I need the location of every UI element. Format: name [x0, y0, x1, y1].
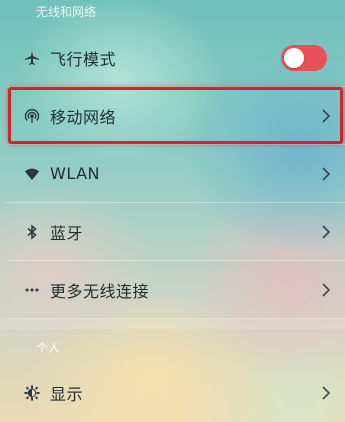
setting-label: 蓝牙	[50, 223, 84, 243]
chevron-right-icon	[322, 166, 331, 181]
setting-row-bluetooth[interactable]: 蓝牙	[6, 203, 345, 261]
setting-label: 更多无线连接	[50, 281, 150, 301]
setting-row-display[interactable]: 显示	[6, 364, 345, 422]
wifi-icon	[24, 166, 40, 182]
setting-row-wlan[interactable]: WLAN	[6, 145, 345, 203]
section-header-personal: 个人	[0, 330, 345, 364]
airplane-icon	[24, 50, 40, 66]
highlight-box	[8, 87, 343, 144]
section-title: 无线和网络	[36, 4, 97, 19]
chevron-right-icon	[322, 282, 331, 297]
chevron-right-icon	[322, 224, 331, 239]
setting-row-more-wireless[interactable]: 更多无线连接	[6, 261, 345, 319]
setting-label: WLAN	[50, 164, 101, 183]
bluetooth-icon	[24, 223, 40, 240]
chevron-right-icon	[322, 386, 331, 400]
setting-label: 飞行模式	[50, 49, 117, 69]
display-brightness-icon	[24, 385, 40, 401]
toggle-knob	[284, 47, 304, 68]
section-header-wireless: 无线和网络	[0, 0, 345, 22]
section-divider	[0, 319, 345, 329]
setting-label: 显示	[50, 385, 84, 404]
section-title: 个人	[36, 340, 61, 355]
more-dots-icon	[24, 282, 40, 298]
airplane-mode-toggle[interactable]	[281, 44, 327, 71]
setting-row-airplane-mode[interactable]: 飞行模式	[6, 29, 345, 87]
